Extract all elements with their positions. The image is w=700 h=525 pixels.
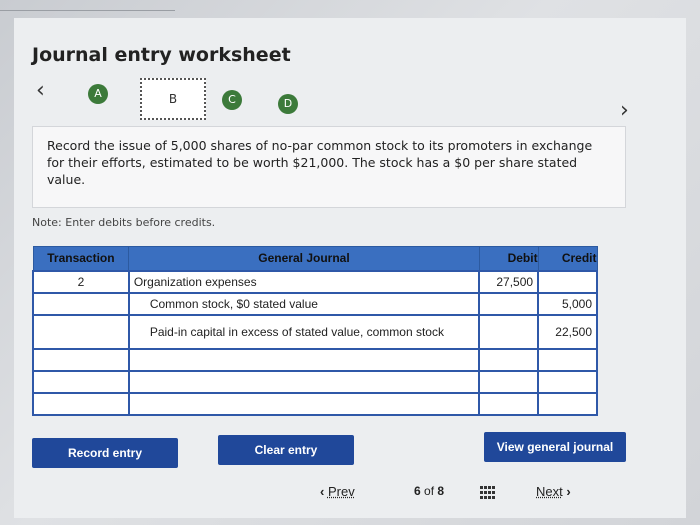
chevron-left-icon: ‹ <box>320 484 325 499</box>
credit-cell[interactable] <box>537 347 598 372</box>
total-pages: 8 <box>437 484 445 498</box>
table-row: Paid-in capital in excess of stated valu… <box>32 313 598 350</box>
grid-icon[interactable] <box>480 486 496 500</box>
table-row <box>32 391 598 416</box>
debit-cell[interactable] <box>478 313 540 350</box>
header-debit: Debit <box>478 246 539 271</box>
account-cell[interactable] <box>127 347 481 372</box>
account-cell[interactable] <box>127 369 481 394</box>
record-entry-button[interactable]: Record entry <box>32 438 178 468</box>
page-of: of <box>424 484 435 498</box>
step-d[interactable]: D <box>278 94 298 114</box>
debit-cell[interactable] <box>478 369 540 394</box>
debit-cell[interactable] <box>478 391 540 416</box>
credit-cell[interactable] <box>537 369 598 394</box>
txn-cell[interactable] <box>32 347 130 372</box>
credit-cell[interactable]: 5,000 <box>537 291 598 316</box>
table-row: Common stock, $0 stated value 5,000 <box>32 291 598 316</box>
prev-button[interactable]: ‹ Prev <box>320 484 355 499</box>
txn-cell[interactable] <box>32 291 130 316</box>
debit-cell[interactable] <box>478 291 540 316</box>
account-cell[interactable]: Common stock, $0 stated value <box>127 291 481 316</box>
page-title: Journal entry worksheet <box>32 44 291 66</box>
current-page: 6 <box>414 484 421 498</box>
debit-cell[interactable] <box>478 347 540 372</box>
worksheet-panel: Journal entry worksheet ‹ A B C D › Reco… <box>14 18 686 518</box>
credit-cell[interactable] <box>537 269 598 294</box>
txn-cell[interactable] <box>32 369 130 394</box>
prev-label: Prev <box>327 484 355 499</box>
header-general-journal: General Journal <box>128 246 480 271</box>
header-transaction: Transaction <box>32 246 130 271</box>
step-a[interactable]: A <box>88 84 108 104</box>
step-b[interactable]: B <box>140 78 206 120</box>
table-row: 2 Organization expenses 27,500 <box>32 269 598 294</box>
credit-cell[interactable]: 22,500 <box>537 313 598 350</box>
table-row <box>32 369 598 394</box>
header-credit: Credit <box>537 246 598 271</box>
next-button[interactable]: Next › <box>536 484 571 499</box>
txn-cell[interactable] <box>32 313 130 350</box>
journal-table: Transaction General Journal Debit Credit… <box>32 246 598 416</box>
account-cell[interactable] <box>127 391 481 416</box>
next-label: Next <box>536 484 563 499</box>
txn-cell[interactable]: 2 <box>32 269 130 294</box>
chevron-right-icon: › <box>566 484 571 499</box>
clear-entry-button[interactable]: Clear entry <box>218 435 354 465</box>
chevron-left-icon[interactable]: ‹ <box>36 80 45 102</box>
page-indicator: 6 of 8 <box>414 484 444 498</box>
step-c[interactable]: C <box>222 90 242 110</box>
instruction-box: Record the issue of 5,000 shares of no-p… <box>32 126 626 208</box>
account-cell[interactable]: Organization expenses <box>127 269 481 294</box>
note-text: Note: Enter debits before credits. <box>32 216 216 229</box>
account-cell[interactable]: Paid-in capital in excess of stated valu… <box>127 313 481 350</box>
view-general-journal-button[interactable]: View general journal <box>484 432 626 462</box>
credit-cell[interactable] <box>537 391 598 416</box>
table-row <box>32 347 598 372</box>
chevron-right-icon[interactable]: › <box>620 100 629 122</box>
txn-cell[interactable] <box>32 391 130 416</box>
top-divider <box>0 10 175 11</box>
debit-cell[interactable]: 27,500 <box>478 269 540 294</box>
